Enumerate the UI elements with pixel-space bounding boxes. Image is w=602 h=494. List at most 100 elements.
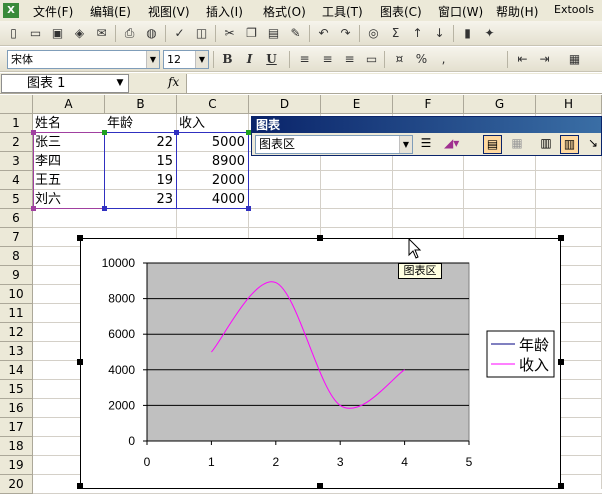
currency-icon[interactable]: ¤ [390, 50, 409, 69]
copy-icon[interactable]: ❐ [242, 24, 261, 43]
align-left-icon[interactable]: ≡ [295, 50, 314, 69]
font-size-box[interactable]: 12 ▼ [163, 50, 209, 69]
row-header-1[interactable]: 1 [0, 114, 33, 133]
borders-icon[interactable]: ▦ [565, 50, 584, 69]
row-header-18[interactable]: 18 [0, 437, 33, 456]
format-painter-icon[interactable]: ✎ [286, 24, 305, 43]
column-header-C[interactable]: C [177, 95, 249, 114]
font-name-box[interactable]: 宋体 ▼ [7, 50, 160, 69]
redo-icon[interactable]: ↷ [336, 24, 355, 43]
plot-area[interactable] [146, 262, 470, 442]
range-handle[interactable] [102, 130, 107, 135]
row-header-8[interactable]: 8 [0, 247, 33, 266]
column-header-A[interactable]: A [33, 95, 105, 114]
hyperlink-icon[interactable]: ◎ [364, 24, 383, 43]
menu-item-2[interactable]: 视图(V) [148, 3, 190, 20]
column-header-B[interactable]: B [105, 95, 177, 114]
row-header-13[interactable]: 13 [0, 342, 33, 361]
comma-icon[interactable]: , [434, 50, 453, 69]
table-header-cell[interactable]: 收入 [179, 114, 249, 133]
range-handle[interactable] [102, 206, 107, 211]
angle-text-icon[interactable]: ↘ [585, 136, 601, 153]
row-header-12[interactable]: 12 [0, 323, 33, 342]
column-header-G[interactable]: G [464, 95, 536, 114]
chart-handle[interactable] [317, 483, 323, 489]
italic-button[interactable]: I [240, 50, 259, 69]
chart-handle[interactable] [558, 359, 564, 365]
column-header-F[interactable]: F [393, 95, 464, 114]
chart-wizard-icon[interactable]: ▮ [458, 24, 477, 43]
row-header-20[interactable]: 20 [0, 475, 33, 494]
bold-button[interactable]: B [218, 50, 237, 69]
cut-icon[interactable]: ✂ [220, 24, 239, 43]
chart-area[interactable]: 0 2000 4000 6000 8000 10000 0 1 2 3 4 5 年龄 收入 [80, 238, 561, 489]
row-header-4[interactable]: 4 [0, 171, 33, 190]
menu-item-1[interactable]: 编辑(E) [90, 3, 131, 20]
align-center-icon[interactable]: ≡ [318, 50, 337, 69]
row-header-14[interactable]: 14 [0, 361, 33, 380]
select-all-corner[interactable] [0, 95, 33, 114]
research-icon[interactable]: ◫ [192, 24, 211, 43]
menu-item-4[interactable]: 格式(O) [263, 3, 306, 20]
menu-item-0[interactable]: 文件(F) [33, 3, 73, 20]
excel-icon[interactable]: X [3, 3, 19, 18]
align-right-icon[interactable]: ≡ [340, 50, 359, 69]
menu-item-3[interactable]: 插入(I) [206, 3, 243, 20]
chart-objects-select[interactable]: 图表区 ▼ [255, 135, 413, 154]
save-icon[interactable]: ▣ [48, 24, 67, 43]
print-preview-icon[interactable]: ◍ [142, 24, 161, 43]
column-header-D[interactable]: D [249, 95, 321, 114]
merge-center-icon[interactable]: ▭ [362, 50, 381, 69]
row-header-10[interactable]: 10 [0, 285, 33, 304]
row-header-16[interactable]: 16 [0, 399, 33, 418]
chevron-down-icon[interactable]: ▼ [399, 136, 412, 153]
email-icon[interactable]: ✉ [92, 24, 111, 43]
percent-icon[interactable]: % [412, 50, 431, 69]
row-header-19[interactable]: 19 [0, 456, 33, 475]
range-handle[interactable] [174, 130, 179, 135]
new-icon[interactable]: ▯ [4, 24, 23, 43]
open-icon[interactable]: ▭ [26, 24, 45, 43]
row-header-7[interactable]: 7 [0, 228, 33, 247]
row-header-3[interactable]: 3 [0, 152, 33, 171]
spelling-icon[interactable]: ✓ [170, 24, 189, 43]
by-row-icon[interactable]: ▥ [537, 136, 555, 153]
chart-handle[interactable] [77, 483, 83, 489]
menu-item-6[interactable]: 图表(C) [380, 3, 422, 20]
row-header-9[interactable]: 9 [0, 266, 33, 285]
sort-desc-icon[interactable]: ↓ [430, 24, 449, 43]
column-header-H[interactable]: H [536, 95, 602, 114]
range-handle[interactable] [246, 206, 251, 211]
range-handle[interactable] [31, 130, 36, 135]
row-header-17[interactable]: 17 [0, 418, 33, 437]
chart-handle[interactable] [77, 359, 83, 365]
format-chart-area-icon[interactable]: ☰ [417, 136, 435, 153]
row-header-5[interactable]: 5 [0, 190, 33, 209]
sort-asc-icon[interactable]: ↑ [408, 24, 427, 43]
name-box[interactable]: 图表 1 ▼ [1, 74, 129, 93]
range-handle[interactable] [31, 206, 36, 211]
chart-handle[interactable] [558, 235, 564, 241]
paste-icon[interactable]: ▤ [264, 24, 283, 43]
chart-handle[interactable] [317, 235, 323, 241]
drawing-icon[interactable]: ✦ [480, 24, 499, 43]
table-header-cell[interactable]: 姓名 [35, 114, 105, 133]
permission-icon[interactable]: ◈ [70, 24, 89, 43]
decrease-indent-icon[interactable]: ⇤ [513, 50, 532, 69]
by-column-icon[interactable]: ▥ [560, 135, 579, 154]
formula-input[interactable] [186, 74, 602, 93]
chevron-down-icon[interactable]: ▼ [146, 51, 159, 68]
legend-icon[interactable]: ▤ [483, 135, 502, 154]
table-header-cell[interactable]: 年龄 [107, 114, 177, 133]
menu-item-8[interactable]: 帮助(H) [496, 3, 538, 20]
underline-button[interactable]: U [262, 50, 281, 69]
autosum-icon[interactable]: Σ [386, 24, 405, 43]
chevron-down-icon[interactable]: ▼ [195, 51, 208, 68]
row-header-6[interactable]: 6 [0, 209, 33, 228]
chevron-down-icon[interactable]: ▼ [112, 75, 128, 92]
row-header-2[interactable]: 2 [0, 133, 33, 152]
print-icon[interactable]: ⎙ [120, 24, 139, 43]
chart-handle[interactable] [558, 483, 564, 489]
chart-handle[interactable] [77, 235, 83, 241]
menu-item-5[interactable]: 工具(T) [322, 3, 363, 20]
